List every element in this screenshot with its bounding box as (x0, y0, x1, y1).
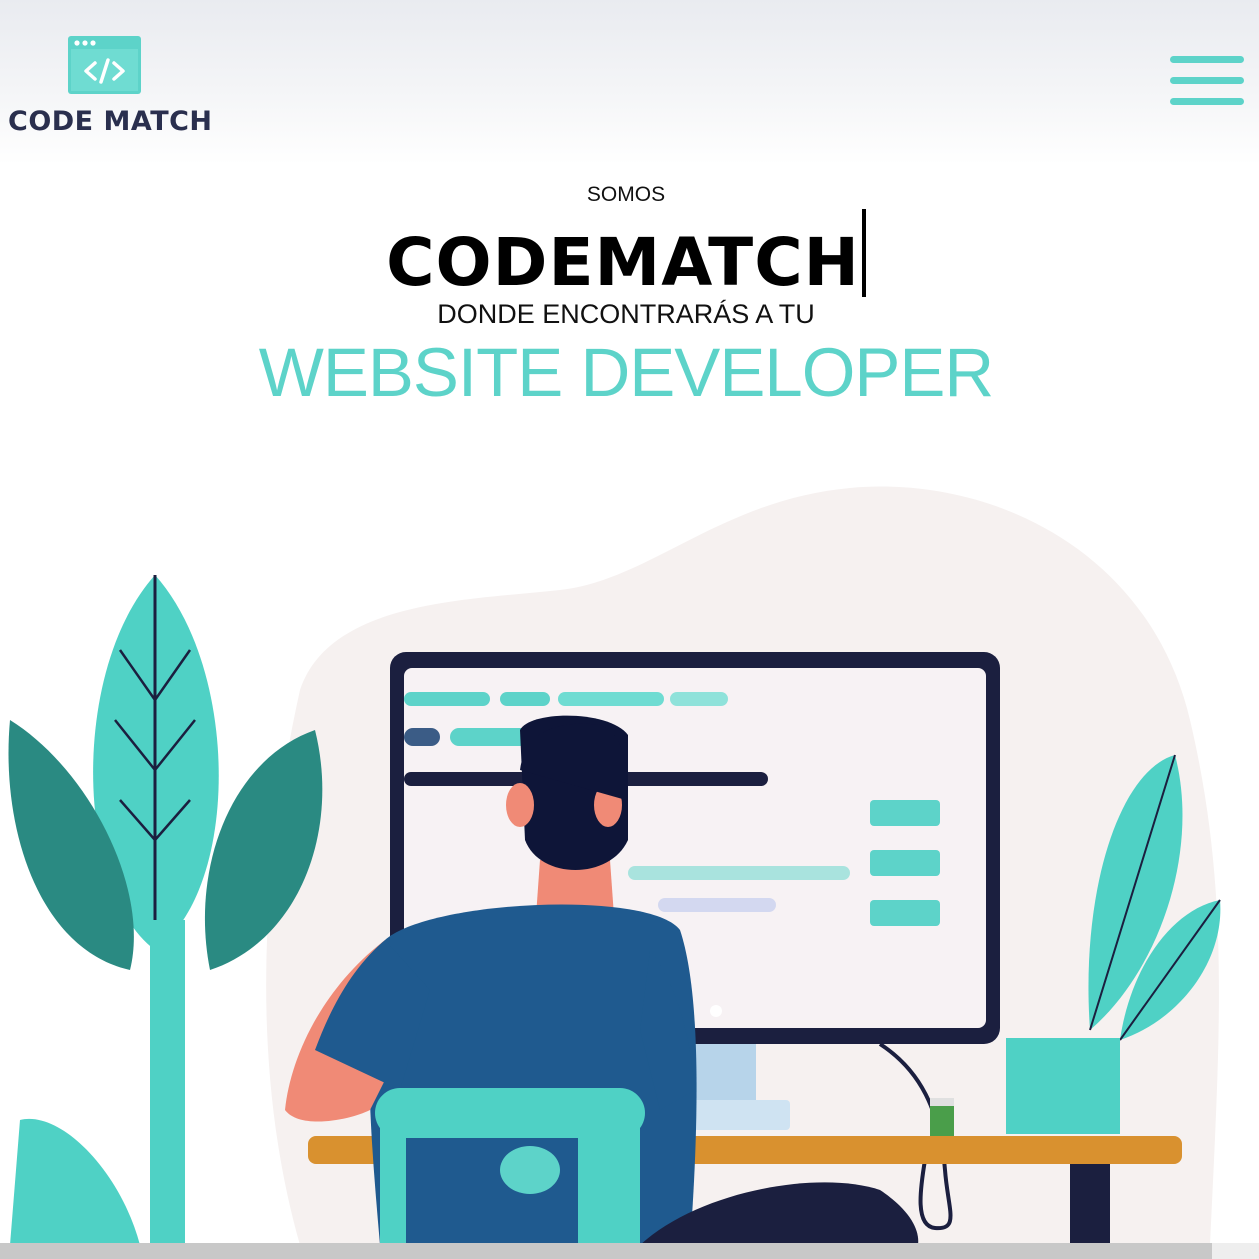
code-window-icon (68, 36, 141, 94)
developer-at-desk-illustration (8, 486, 1221, 1245)
horizontal-scrollbar[interactable] (0, 1243, 1212, 1259)
scrollbar-corner (1212, 1243, 1259, 1259)
hero-kicker: SOMOS (586, 183, 666, 206)
hero-subtitle: DONDE ENCONTRARÁS A TU (437, 299, 815, 329)
navbar: CODE MATCH (0, 0, 1259, 165)
left-plant (8, 575, 323, 1245)
brand-logo[interactable]: CODE MATCH (8, 36, 213, 146)
hero-section: SOMOS CODEMATCH DONDE ENCONTRARÁS A TU W… (0, 165, 1259, 445)
hamburger-menu-icon[interactable] (1170, 56, 1244, 110)
typing-cursor (861, 209, 866, 297)
hero-title-wrap: CODEMATCH (0, 209, 1252, 304)
hero-title: CODEMATCH (386, 224, 860, 301)
hero-accent: WEBSITE DEVELOPER (258, 334, 995, 411)
brand-name: CODE MATCH (8, 106, 213, 137)
